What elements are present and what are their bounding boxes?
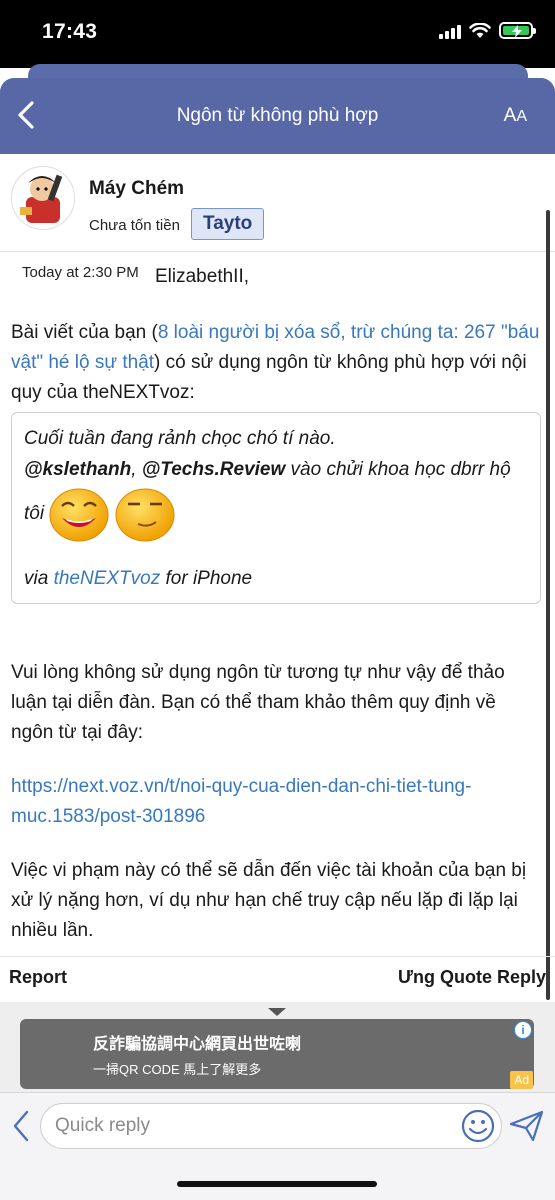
via-prefix: via (24, 568, 54, 589)
chevron-left-icon[interactable] (10, 1109, 32, 1143)
quote-line: @kslethanh, @Techs.Review vào chửi khoa … (24, 455, 528, 485)
mention-link[interactable]: @Techs.Review (142, 459, 286, 480)
ad-title: 反詐騙協調中心網頁出世咗喇 (93, 1036, 302, 1053)
smirking-face-icon (115, 488, 175, 542)
post-action-bar: Report Ưng Quote Reply (0, 956, 555, 1000)
font-size-label-large: A (503, 105, 517, 126)
quote-block: Cuối tuần đang rảnh chọc chó tí nào. @ks… (11, 412, 541, 604)
timestamp: Today at 2:30 PM (22, 264, 139, 281)
report-button[interactable]: Report (9, 967, 67, 988)
grinning-face-icon (49, 488, 109, 542)
warning-paragraph: Việc vi phạm này có thể sẽ dẫn đến việc … (11, 860, 527, 941)
font-size-button[interactable]: AA (504, 105, 527, 127)
avatar[interactable] (11, 166, 75, 230)
quote-text: tôi (24, 503, 45, 524)
signal-icon (439, 23, 461, 39)
info-icon[interactable]: i (514, 1021, 532, 1039)
ad-subtitle: 一掃QR CODE 馬上了解更多 (93, 1062, 262, 1077)
intro-paragraph: Bài viết của bạn (8 loài người bị xóa sổ… (11, 318, 541, 408)
nav-bar: Ngôn từ không phù hợp AA (0, 78, 555, 154)
ad-badge: Ad (510, 1071, 533, 1089)
post-actions: Ưng Quote Reply (398, 967, 546, 988)
via-suffix: for iPhone (160, 568, 253, 589)
ad-banner[interactable]: 反詐騙協調中心網頁出世咗喇 一掃QR CODE 馬上了解更多 i Ad (20, 1019, 534, 1089)
quick-reply-input[interactable] (40, 1103, 502, 1149)
chevron-down-icon[interactable] (268, 1008, 286, 1016)
mention-link[interactable]: @kslethanh (24, 459, 131, 480)
smiley-icon[interactable] (461, 1109, 495, 1143)
request-paragraph: Vui lòng không sử dụng ngôn từ tương tự … (11, 662, 505, 743)
quote-via: via theNEXTvoz for iPhone (24, 565, 528, 593)
greeting-line: Today at 2:30 PM ElizabethII, (11, 256, 541, 296)
author-rank: Chưa tốn tiền (89, 217, 180, 234)
author-badge: Tayto (191, 208, 265, 240)
message-body: Today at 2:30 PM ElizabethII, Bài viết c… (11, 256, 541, 946)
intro-prefix: Bài viết của bạn ( (11, 322, 158, 343)
quote-text: vào chửi khoa học dbrr hộ (285, 459, 511, 480)
mention-separator: , (131, 459, 142, 480)
scrollbar[interactable] (546, 210, 550, 1000)
quote-line: Cuối tuần đang rảnh chọc chó tí nào. (24, 428, 336, 449)
rules-link[interactable]: https://next.voz.vn/t/noi-quy-cua-dien-d… (11, 772, 541, 832)
reply-button[interactable]: Reply (497, 967, 546, 988)
status-icons (439, 22, 536, 39)
author-header: Máy Chém Chưa tốn tiền Tayto (0, 154, 555, 252)
recipient: ElizabethII, (155, 266, 249, 287)
battery-charging-icon (499, 22, 536, 39)
ad-area: 反詐騙協調中心網頁出世咗喇 一掃QR CODE 馬上了解更多 i Ad (0, 1002, 555, 1092)
font-size-label-small: A (516, 108, 527, 125)
author-name[interactable]: Máy Chém (89, 178, 184, 200)
status-time: 17:43 (42, 20, 98, 43)
home-indicator[interactable] (177, 1181, 377, 1187)
status-bar: 17:43 (0, 0, 555, 68)
wifi-icon (469, 22, 491, 38)
ung-button[interactable]: Ưng (398, 967, 435, 988)
send-icon[interactable] (509, 1110, 545, 1142)
page-title: Ngôn từ không phù hợp (176, 105, 379, 126)
quote-button[interactable]: Quote (440, 967, 492, 988)
via-link[interactable]: theNEXTvoz (54, 568, 161, 589)
quote-line: tôi (24, 485, 528, 543)
